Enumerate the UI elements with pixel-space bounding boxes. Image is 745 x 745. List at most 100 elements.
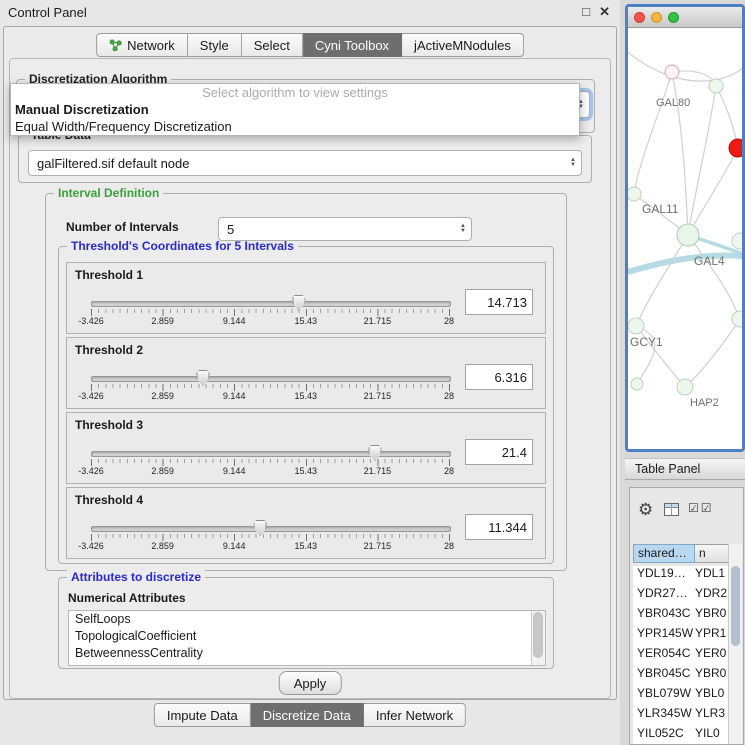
attribute-item[interactable]: SelfLoops (69, 611, 545, 628)
column-header-shared-name[interactable]: shared… (633, 544, 695, 563)
attribute-item[interactable]: TopologicalCoefficient (69, 628, 545, 645)
panel-title: Control Panel (8, 5, 87, 20)
threshold-2-slider[interactable] (91, 376, 451, 382)
table-data-select[interactable]: galFiltered.sif default node ▲▼ (28, 150, 582, 176)
threshold-3-label: Threshold 3 (75, 418, 143, 432)
node-label: GAL11 (642, 202, 679, 216)
network-node[interactable] (732, 311, 742, 327)
network-node[interactable] (732, 233, 742, 249)
checkbox-icons[interactable]: ☑☑ (688, 501, 714, 515)
numerical-attributes-list: SelfLoops TopologicalCoefficient Between… (68, 610, 546, 666)
network-node[interactable] (709, 79, 723, 93)
table-panel-titlebar: Table Panel (625, 458, 745, 480)
tick-label: 15.43 (295, 541, 318, 551)
float-panel-icon[interactable]: □ (582, 4, 590, 20)
table-row[interactable]: YDL19…YDL1 (633, 566, 733, 586)
dropdown-placeholder: Select algorithm to view settings (11, 84, 579, 101)
table-row[interactable]: YBR043CYBR0 (633, 606, 733, 626)
table-row[interactable]: YPR145WYPR1 (633, 626, 733, 646)
attribute-item[interactable]: BetweennessCentrality (69, 645, 545, 662)
table-row[interactable]: YDR27…YDR2 (633, 586, 733, 606)
table-row[interactable]: YER054CYER0 (633, 646, 733, 666)
tab-cyni-toolbox[interactable]: Cyni Toolbox (303, 33, 402, 57)
threshold-3-value[interactable]: 21.4 (465, 439, 533, 465)
network-canvas[interactable]: GAL80 GAL11 GAL4 GCY1 HAP2 (628, 28, 742, 450)
tab-impute-data[interactable]: Impute Data (154, 703, 251, 727)
apply-button[interactable]: Apply (279, 671, 342, 695)
scrollbar-thumb[interactable] (533, 612, 543, 658)
top-tab-bar: Network Style Select Cyni Toolbox jActiv… (96, 33, 524, 57)
network-icon (109, 39, 122, 51)
attributes-group-title: Attributes to discretize (67, 570, 205, 584)
node-label: GCY1 (630, 335, 663, 349)
table-data-selected-value: galFiltered.sif default node (37, 156, 189, 171)
tick-label: 28 (444, 466, 454, 476)
cell-shared-name: YDL19… (633, 566, 695, 586)
threshold-4-panel: Threshold 4 11.344 -3.4262.8599.14415.43… (66, 487, 546, 559)
tick-label: 28 (444, 541, 454, 551)
tab-infer-network[interactable]: Infer Network (364, 703, 466, 727)
cell-shared-name: YBR045C (633, 666, 695, 686)
tick-label: 2.859 (151, 316, 174, 326)
table-row[interactable]: YBR045CYBR0 (633, 666, 733, 686)
close-panel-icon[interactable]: ✕ (599, 4, 610, 20)
network-window-titlebar (628, 7, 742, 28)
network-node-selected[interactable] (729, 139, 742, 157)
tab-style[interactable]: Style (188, 33, 242, 57)
node-label: HAP2 (690, 397, 719, 409)
tick-label: -3.426 (78, 316, 104, 326)
tick-label: 15.43 (295, 391, 318, 401)
table-row[interactable]: YBL079WYBL0 (633, 686, 733, 706)
minimize-traffic-button[interactable] (651, 12, 662, 23)
threshold-2-value[interactable]: 6.316 (465, 364, 533, 390)
table-body: YDL19…YDL1 YDR27…YDR2 YBR043CYBR0 YPR145… (633, 566, 733, 745)
numerical-attributes-label: Numerical Attributes (68, 591, 186, 605)
network-node[interactable] (677, 224, 699, 246)
tab-jactivemnodules[interactable]: jActiveMNodules (402, 33, 524, 57)
list-scrollbar[interactable] (531, 611, 545, 665)
tick-label: 2.859 (151, 466, 174, 476)
column-selector-icon[interactable] (664, 503, 679, 516)
threshold-1-value[interactable]: 14.713 (465, 289, 533, 315)
threshold-1-label: Threshold 1 (75, 268, 143, 282)
dropdown-option-manual-discretization[interactable]: Manual Discretization (11, 101, 579, 118)
network-node[interactable] (628, 187, 641, 201)
table-panel-window: ⚙ ☑☑ shared… n YDL19…YDL1 YDR27…YDR2 YBR… (629, 487, 744, 745)
tab-label: Style (200, 38, 229, 53)
network-node[interactable] (628, 318, 644, 334)
tick-label: 9.144 (223, 541, 246, 551)
number-of-intervals-value: 5 (227, 222, 234, 237)
threshold-1-panel: Threshold 1 14.713 -3.4262.8599.14415.43… (66, 262, 546, 334)
combo-arrows-icon: ▲▼ (460, 224, 471, 234)
tab-select[interactable]: Select (242, 33, 303, 57)
threshold-3-slider[interactable] (91, 451, 451, 457)
threshold-2-panel: Threshold 2 6.316 -3.4262.8599.14415.432… (66, 337, 546, 409)
cell-shared-name: YLR345W (633, 706, 695, 726)
network-node[interactable] (631, 378, 643, 390)
cell-shared-name: YBR043C (633, 606, 695, 626)
threshold-1-slider[interactable] (91, 301, 451, 307)
table-row[interactable]: YIL052CYIL0 (633, 726, 733, 745)
tick-label: 21.715 (364, 466, 392, 476)
threshold-4-slider[interactable] (91, 526, 451, 532)
tick-label: 28 (444, 391, 454, 401)
table-scrollbar[interactable] (728, 544, 742, 744)
control-panel: Control Panel □ ✕ Network Style Select C… (0, 0, 620, 745)
number-of-intervals-select[interactable]: 5 ▲▼ (218, 217, 472, 241)
cell-shared-name: YBL079W (633, 686, 695, 706)
tick-label: 9.144 (223, 466, 246, 476)
close-traffic-button[interactable] (634, 12, 645, 23)
tick-label: -3.426 (78, 541, 104, 551)
table-row[interactable]: YLR345WYLR3 (633, 706, 733, 726)
tab-discretize-data[interactable]: Discretize Data (251, 703, 364, 727)
network-node[interactable] (677, 379, 693, 395)
combo-arrows-icon: ▲▼ (570, 158, 581, 168)
scrollbar-thumb[interactable] (731, 566, 740, 646)
network-node[interactable] (665, 65, 679, 79)
tab-network[interactable]: Network (96, 33, 188, 57)
dropdown-option-equal-width-frequency[interactable]: Equal Width/Frequency Discretization (11, 118, 579, 135)
node-label: GAL80 (656, 97, 690, 109)
gear-icon[interactable]: ⚙ (638, 500, 653, 520)
zoom-traffic-button[interactable] (668, 12, 679, 23)
threshold-4-value[interactable]: 11.344 (465, 514, 533, 540)
